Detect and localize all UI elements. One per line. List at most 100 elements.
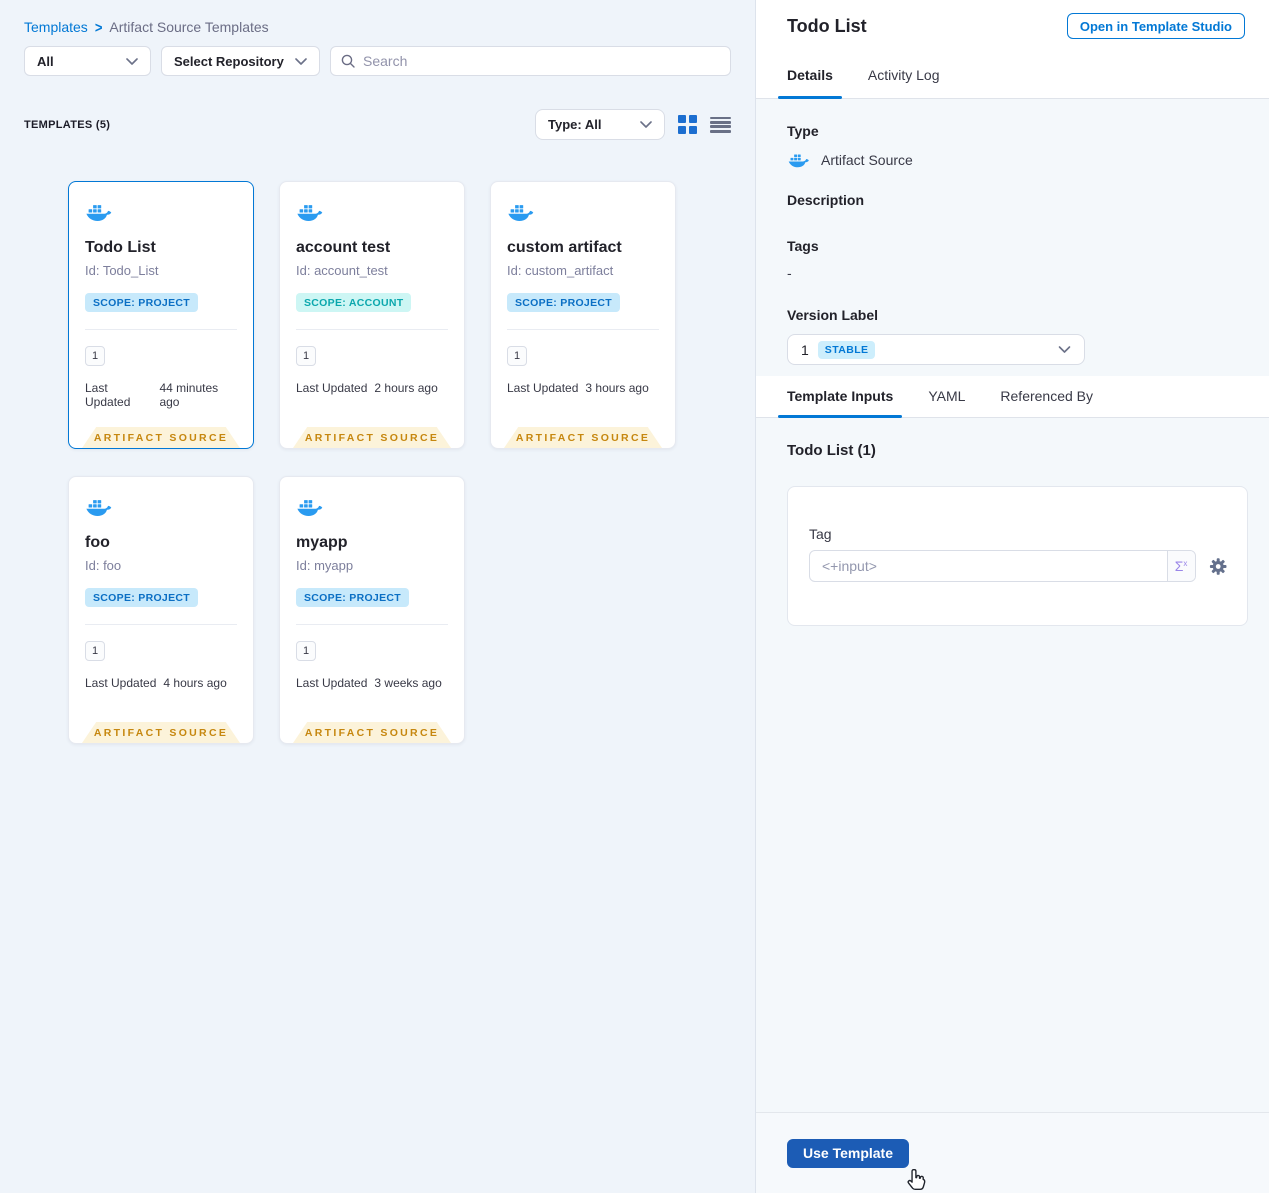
artifact-source-ribbon: ARTIFACT SOURCE bbox=[82, 722, 240, 743]
template-cards-grid: Todo List Id: Todo_List SCOPE: PROJECT 1… bbox=[68, 181, 755, 744]
chevron-down-icon bbox=[640, 121, 652, 128]
tab-referenced-by[interactable]: Referenced By bbox=[1000, 376, 1093, 417]
divider bbox=[85, 624, 237, 625]
filters-row: All Select Repository bbox=[0, 46, 755, 76]
scope-badge: SCOPE: PROJECT bbox=[85, 293, 198, 312]
artifact-source-ribbon: ARTIFACT SOURCE bbox=[293, 722, 451, 743]
template-name: Todo List bbox=[85, 239, 156, 256]
docker-icon bbox=[788, 154, 809, 168]
template-id: Id: account_test bbox=[296, 263, 388, 278]
version-count-badge: 1 bbox=[85, 641, 105, 661]
last-updated: Last Updated 4 hours ago bbox=[85, 676, 227, 690]
templates-list-panel: Templates > Artifact Source Templates Al… bbox=[0, 0, 756, 1193]
open-in-template-studio-button[interactable]: Open in Template Studio bbox=[1066, 13, 1245, 39]
last-updated: Last Updated 2 hours ago bbox=[296, 381, 438, 395]
scope-filter-value: All bbox=[37, 53, 54, 69]
template-card-myapp[interactable]: myapp Id: myapp SCOPE: PROJECT 1 Last Up… bbox=[279, 476, 465, 744]
type-filter-value: Type: All bbox=[548, 117, 602, 132]
docker-icon bbox=[297, 500, 323, 516]
tag-label: Tag bbox=[809, 526, 832, 542]
templates-count: TEMPLATES (5) bbox=[24, 118, 111, 131]
tab-yaml[interactable]: YAML bbox=[928, 376, 965, 417]
list-header: TEMPLATES (5) Type: All bbox=[0, 109, 755, 140]
details-section: Type Artifact Source Description Tags - … bbox=[756, 99, 1269, 376]
inputs-heading: Todo List (1) bbox=[787, 442, 876, 459]
divider bbox=[507, 329, 659, 330]
last-updated: Last Updated 44 minutes ago bbox=[85, 381, 219, 409]
template-card-account-test[interactable]: account test Id: account_test SCOPE: ACC… bbox=[279, 181, 465, 449]
template-card-todo-list[interactable]: Todo List Id: Todo_List SCOPE: PROJECT 1… bbox=[68, 181, 254, 449]
template-card-foo[interactable]: foo Id: foo SCOPE: PROJECT 1 Last Update… bbox=[68, 476, 254, 744]
list-view-button[interactable] bbox=[710, 116, 731, 134]
breadcrumb-current: Artifact Source Templates bbox=[109, 19, 269, 35]
description-label: Description bbox=[787, 192, 865, 208]
repository-filter-value: Select Repository bbox=[174, 53, 284, 69]
details-tab-bar: Details Activity Log bbox=[756, 52, 1269, 99]
version-count-badge: 1 bbox=[296, 641, 316, 661]
scope-badge: SCOPE: PROJECT bbox=[85, 588, 198, 607]
tab-activity-log[interactable]: Activity Log bbox=[868, 52, 940, 98]
breadcrumb: Templates > Artifact Source Templates bbox=[0, 0, 755, 46]
type-filter-dropdown[interactable]: Type: All bbox=[535, 109, 665, 140]
type-label: Type bbox=[787, 123, 819, 139]
template-name: custom artifact bbox=[507, 239, 622, 256]
template-id: Id: myapp bbox=[296, 558, 354, 573]
scope-badge: SCOPE: PROJECT bbox=[507, 293, 620, 312]
scope-badge: SCOPE: PROJECT bbox=[296, 588, 409, 607]
template-card-custom-artifact[interactable]: custom artifact Id: custom_artifact SCOP… bbox=[490, 181, 676, 449]
version-label: Version Label bbox=[787, 307, 879, 323]
stable-badge: STABLE bbox=[817, 340, 876, 359]
type-value: Artifact Source bbox=[821, 152, 913, 168]
last-updated: Last Updated 3 hours ago bbox=[507, 381, 649, 395]
tab-details[interactable]: Details bbox=[778, 52, 842, 99]
version-dropdown[interactable]: 1 STABLE bbox=[787, 334, 1085, 365]
tags-label: Tags bbox=[787, 238, 819, 254]
artifact-source-ribbon: ARTIFACT SOURCE bbox=[504, 427, 662, 448]
chevron-right-icon: > bbox=[94, 18, 103, 36]
panel-footer: Use Template bbox=[756, 1112, 1269, 1193]
breadcrumb-templates-link[interactable]: Templates bbox=[24, 19, 88, 35]
tag-input-group: Σx bbox=[809, 550, 1196, 582]
expression-button[interactable]: Σx bbox=[1166, 551, 1195, 581]
scope-filter-dropdown[interactable]: All bbox=[24, 46, 151, 76]
docker-icon bbox=[86, 205, 112, 221]
search-input[interactable] bbox=[363, 53, 720, 69]
docker-icon bbox=[86, 500, 112, 516]
version-count-badge: 1 bbox=[85, 346, 105, 366]
artifact-source-ribbon: ARTIFACT SOURCE bbox=[82, 427, 240, 448]
chevron-down-icon bbox=[126, 57, 138, 65]
divider bbox=[85, 329, 237, 330]
template-inputs-section: Todo List (1) Tag Σx bbox=[756, 418, 1269, 1112]
tag-input[interactable] bbox=[810, 551, 1167, 581]
template-name: foo bbox=[85, 534, 110, 551]
type-value-row: Artifact Source bbox=[787, 152, 1238, 168]
template-id: Id: custom_artifact bbox=[507, 263, 614, 278]
divider bbox=[296, 624, 448, 625]
last-updated: Last Updated 3 weeks ago bbox=[296, 676, 442, 690]
scope-badge: SCOPE: ACCOUNT bbox=[296, 293, 412, 312]
version-count-badge: 1 bbox=[296, 346, 316, 366]
artifact-source-ribbon: ARTIFACT SOURCE bbox=[293, 427, 451, 448]
inputs-card: Tag Σx bbox=[787, 486, 1248, 626]
panel-header: Todo List Open in Template Studio bbox=[756, 0, 1269, 52]
docker-icon bbox=[297, 205, 323, 221]
inputs-tab-bar: Template Inputs YAML Referenced By bbox=[756, 376, 1269, 418]
template-details-panel: Todo List Open in Template Studio Detail… bbox=[756, 0, 1269, 1193]
version-count-badge: 1 bbox=[507, 346, 527, 366]
search-box bbox=[330, 46, 731, 76]
search-icon bbox=[341, 54, 355, 68]
grid-view-button[interactable] bbox=[678, 115, 697, 134]
template-name: account test bbox=[296, 239, 391, 256]
use-template-button[interactable]: Use Template bbox=[787, 1138, 909, 1168]
repository-filter-dropdown[interactable]: Select Repository bbox=[161, 46, 320, 76]
template-id: Id: Todo_List bbox=[85, 263, 159, 278]
docker-icon bbox=[508, 205, 534, 221]
tab-template-inputs[interactable]: Template Inputs bbox=[777, 376, 903, 418]
chevron-down-icon bbox=[295, 57, 307, 65]
version-value: 1 bbox=[801, 341, 809, 358]
panel-title: Todo List bbox=[787, 15, 867, 36]
tags-value: - bbox=[787, 265, 792, 281]
chevron-down-icon bbox=[1058, 346, 1071, 353]
settings-gear-icon[interactable] bbox=[1209, 557, 1227, 576]
divider bbox=[296, 329, 448, 330]
